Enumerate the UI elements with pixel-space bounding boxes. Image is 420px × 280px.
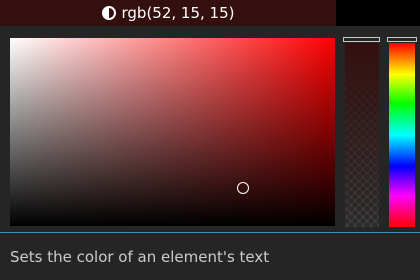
opacity-slider-handle[interactable] [343,37,380,42]
color-preview-header[interactable]: rgb(52, 15, 15) [0,0,336,26]
original-color-swatch[interactable] [336,0,420,26]
saturation-brightness-box[interactable] [10,38,335,226]
property-description: Sets the color of an element's text [0,233,420,280]
color-value-label: rgb(52, 15, 15) [121,4,235,22]
hue-slider[interactable] [389,43,415,227]
hue-slider-handle[interactable] [387,37,417,42]
saturation-handle[interactable] [237,182,249,194]
description-text: Sets the color of an element's text [10,247,270,266]
opacity-slider[interactable] [345,43,379,227]
contrast-icon [101,6,116,20]
